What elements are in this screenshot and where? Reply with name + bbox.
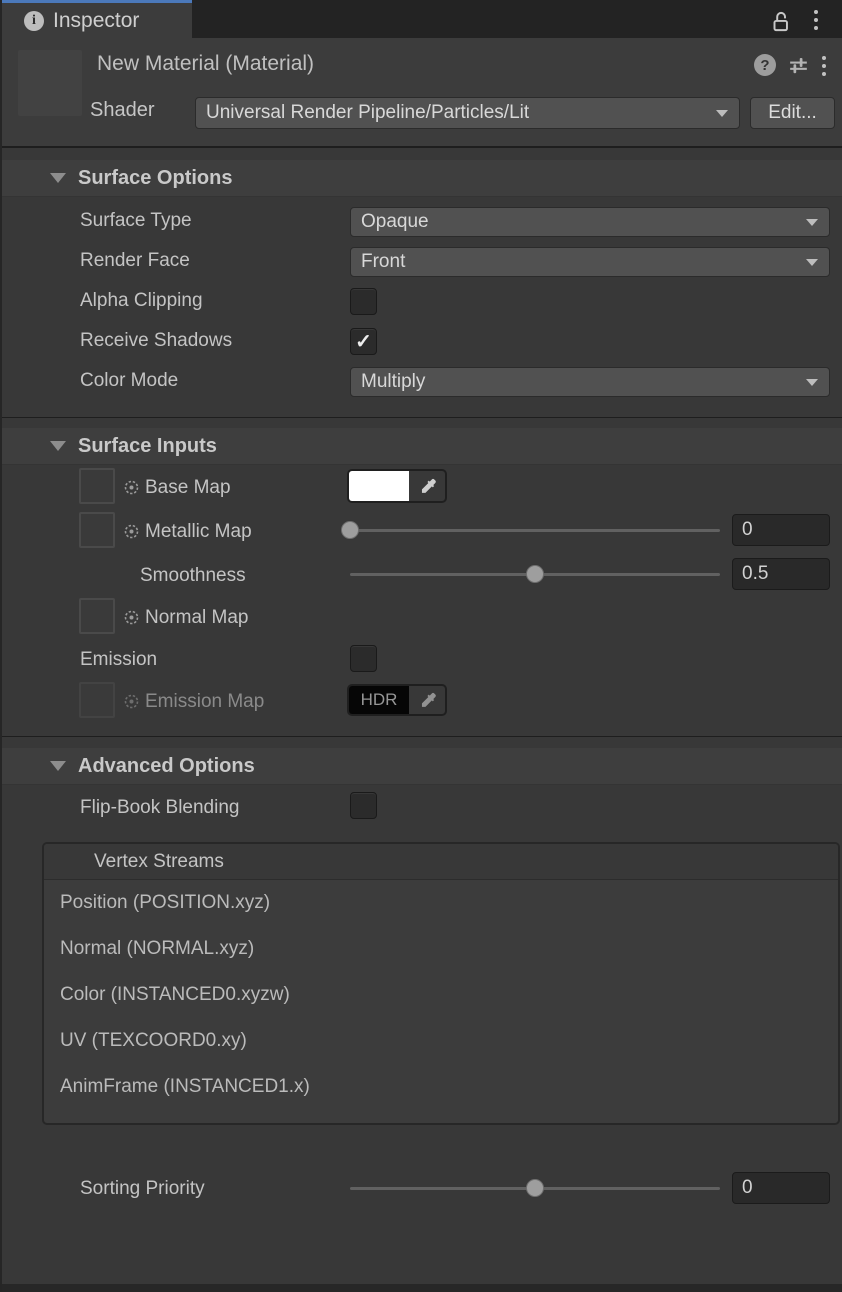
slider-knob[interactable]: [526, 1179, 544, 1197]
smoothness-label: Smoothness: [140, 565, 246, 587]
chevron-down-icon: [806, 259, 818, 266]
flip-book-blending-label: Flip-Book Blending: [80, 797, 239, 819]
section-advanced-options[interactable]: Advanced Options: [2, 748, 842, 785]
alpha-clipping-label: Alpha Clipping: [80, 290, 203, 312]
metallic-slider[interactable]: [350, 521, 720, 539]
eyedropper-icon[interactable]: [409, 471, 445, 501]
vertex-stream-item[interactable]: UV (TEXCOORD0.xy): [44, 1018, 838, 1064]
foldout-triangle-icon: [50, 173, 66, 183]
smoothness-value-field[interactable]: 0.5: [732, 558, 830, 590]
base-map-label: Base Map: [145, 477, 231, 499]
section-surface-inputs[interactable]: Surface Inputs: [2, 428, 842, 465]
object-picker-icon[interactable]: [123, 523, 140, 540]
edit-shader-button[interactable]: Edit...: [750, 97, 835, 129]
flip-book-blending-checkbox[interactable]: [350, 792, 377, 819]
divider: [2, 417, 842, 418]
sorting-priority-value-field[interactable]: 0: [732, 1172, 830, 1204]
emission-map-label: Emission Map: [145, 691, 264, 713]
inspector-panel: i Inspector New Material (Material) ?: [0, 0, 842, 1292]
object-picker-icon[interactable]: [123, 609, 140, 626]
info-icon: i: [24, 11, 44, 31]
header-menu-kebab-icon[interactable]: [822, 55, 826, 77]
surface-type-dropdown[interactable]: Opaque: [350, 207, 830, 237]
divider: [2, 736, 842, 737]
chevron-down-icon: [806, 379, 818, 386]
alpha-clipping-checkbox[interactable]: [350, 288, 377, 315]
emission-map-texture-slot: [79, 682, 115, 718]
vertex-streams-header: Vertex Streams: [44, 844, 838, 880]
slider-knob[interactable]: [526, 565, 544, 583]
material-header: New Material (Material) ? Shader Univers…: [2, 38, 842, 146]
base-map-texture-slot[interactable]: [79, 468, 115, 504]
chevron-down-icon: [716, 110, 728, 117]
receive-shadows-label: Receive Shadows: [80, 330, 232, 352]
vertex-stream-item[interactable]: Color (INSTANCED0.xyzw): [44, 972, 838, 1018]
base-map-color-swatch[interactable]: [347, 469, 447, 503]
surface-type-label: Surface Type: [80, 210, 192, 232]
render-face-dropdown[interactable]: Front: [350, 247, 830, 277]
slider-knob[interactable]: [341, 521, 359, 539]
foldout-triangle-icon: [50, 761, 66, 771]
chevron-down-icon: [806, 219, 818, 226]
tab-title: Inspector: [53, 9, 139, 33]
shader-label: Shader: [90, 99, 155, 122]
vertex-stream-item[interactable]: Normal (NORMAL.xyz): [44, 926, 838, 972]
material-title: New Material (Material): [97, 52, 314, 76]
vertex-stream-item[interactable]: Position (POSITION.xyz): [44, 880, 838, 926]
tab-inspector[interactable]: i Inspector: [2, 0, 192, 38]
panel-bottom-strip: [2, 1284, 842, 1292]
render-face-label: Render Face: [80, 250, 190, 272]
section-surface-options[interactable]: Surface Options: [2, 160, 842, 197]
metallic-map-texture-slot[interactable]: [79, 512, 115, 548]
vertex-stream-item[interactable]: AnimFrame (INSTANCED1.x): [44, 1064, 838, 1110]
help-icon[interactable]: ?: [754, 54, 776, 76]
color-mode-label: Color Mode: [80, 370, 178, 392]
hdr-badge: HDR: [361, 690, 398, 710]
tab-bar: i Inspector: [2, 0, 842, 38]
emission-hdr-swatch: HDR: [347, 684, 447, 716]
normal-map-label: Normal Map: [145, 607, 248, 629]
eyedropper-icon: [409, 686, 445, 714]
shader-dropdown[interactable]: Universal Render Pipeline/Particles/Lit: [195, 97, 740, 129]
presets-icon[interactable]: [786, 53, 811, 78]
sorting-priority-label: Sorting Priority: [80, 1178, 205, 1200]
emission-checkbox[interactable]: [350, 645, 377, 672]
smoothness-slider[interactable]: [350, 565, 720, 583]
color-swatch-white[interactable]: [349, 471, 409, 501]
sorting-priority-slider[interactable]: [350, 1179, 720, 1197]
vertex-streams-box: Vertex Streams Position (POSITION.xyz) N…: [42, 842, 840, 1125]
color-mode-dropdown[interactable]: Multiply: [350, 367, 830, 397]
material-preview-thumbnail[interactable]: [18, 50, 82, 116]
emission-label: Emission: [80, 649, 157, 671]
tab-menu-kebab-icon[interactable]: [814, 8, 818, 32]
shader-dropdown-value: Universal Render Pipeline/Particles/Lit: [206, 102, 529, 124]
hdr-color-black: HDR: [349, 686, 409, 714]
normal-map-texture-slot[interactable]: [79, 598, 115, 634]
divider: [2, 146, 842, 148]
receive-shadows-checkbox[interactable]: [350, 328, 377, 355]
object-picker-icon[interactable]: [123, 479, 140, 496]
object-picker-icon: [123, 693, 140, 710]
lock-icon[interactable]: [768, 9, 794, 35]
foldout-triangle-icon: [50, 441, 66, 451]
metallic-map-label: Metallic Map: [145, 521, 252, 543]
metallic-value-field[interactable]: 0: [732, 514, 830, 546]
